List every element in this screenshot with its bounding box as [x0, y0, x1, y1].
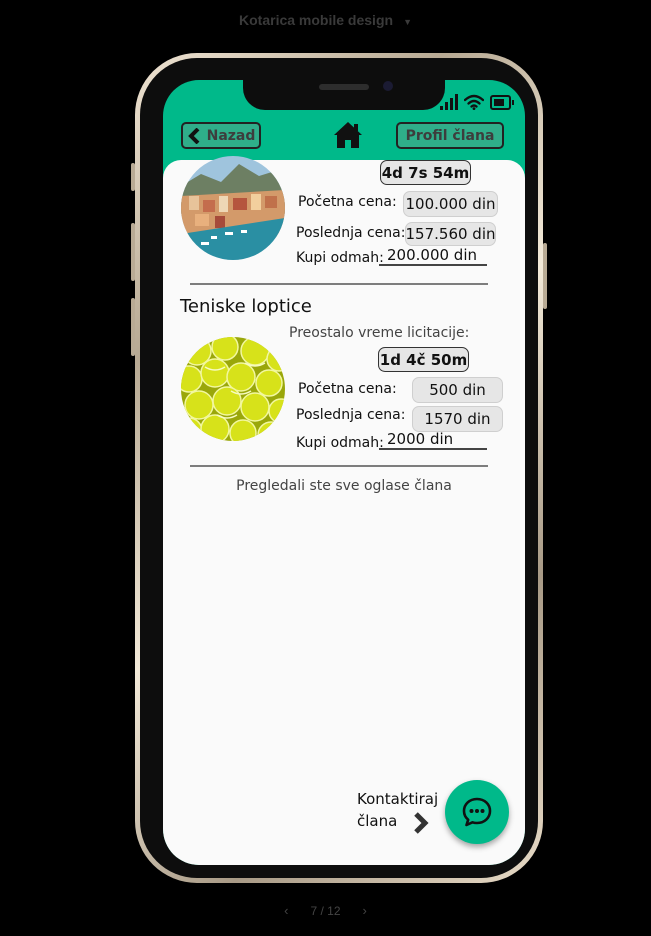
chevron-left-icon[interactable]: ‹	[284, 903, 288, 918]
chevron-right-icon[interactable]	[411, 812, 431, 834]
phone-bezel: Nazad Profil člana 4d 7s 54m Početna cen…	[140, 58, 538, 878]
last-price: 157.560 din	[405, 225, 496, 243]
pager: ‹ 7 / 12 ›	[0, 903, 651, 918]
volume-up-button	[131, 223, 135, 281]
last-price: 1570 din	[424, 410, 491, 428]
listing-divider	[190, 465, 488, 467]
auction-timer: 4d 7s 54m	[381, 163, 470, 182]
chat-bubble-icon	[462, 797, 492, 827]
camera	[383, 81, 393, 91]
member-profile-label: Profil člana	[405, 127, 495, 144]
signal-icon	[440, 94, 458, 110]
battery-icon	[490, 95, 514, 110]
listings-panel[interactable]: 4d 7s 54m Početna cena: 100.000 din Posl…	[163, 156, 525, 865]
auction-timer-badge: 4d 7s 54m	[380, 160, 471, 185]
end-of-listings-note: Pregledali ste sve oglase člana	[236, 478, 452, 494]
start-price-value: 100.000 din	[403, 191, 498, 217]
listing-image-tennis-balls[interactable]	[181, 337, 285, 441]
auction-timer: 1d 4č 50m	[379, 350, 468, 369]
listing-image-city[interactable]	[181, 156, 285, 260]
listing-title[interactable]: Teniske loptice	[180, 296, 312, 317]
last-price-value: 157.560 din	[405, 222, 496, 246]
home-icon[interactable]	[333, 120, 363, 150]
buy-now-price[interactable]: 2000 din	[379, 430, 487, 450]
page-indicator: 7 / 12	[310, 904, 341, 918]
back-button-label: Nazad	[206, 127, 256, 144]
app-title-text: Kotarica mobile design	[239, 12, 394, 28]
start-price-label: Početna cena:	[298, 194, 397, 210]
start-price-label: Početna cena:	[298, 381, 397, 397]
power-button	[543, 243, 547, 309]
wifi-icon	[464, 94, 484, 110]
buy-now-price[interactable]: 200.000 din	[379, 246, 487, 266]
start-price: 100.000 din	[405, 195, 496, 213]
chevron-down-icon[interactable]: ▼	[403, 17, 412, 27]
phone-screen: Nazad Profil člana 4d 7s 54m Početna cen…	[163, 80, 525, 865]
phone-frame: Nazad Profil člana 4d 7s 54m Početna cen…	[131, 53, 547, 883]
chat-button[interactable]	[445, 780, 509, 844]
buy-now-label: Kupi odmah:	[296, 250, 384, 266]
listing-divider	[190, 283, 488, 285]
chevron-left-icon	[187, 127, 200, 144]
last-price-label: Poslednja cena:	[296, 407, 406, 423]
status-bar	[440, 92, 514, 110]
chevron-right-icon[interactable]: ›	[363, 903, 367, 918]
auction-timer-badge: 1d 4č 50m	[378, 347, 469, 372]
mute-switch	[131, 163, 135, 191]
start-price: 500 din	[429, 381, 486, 399]
member-profile-button[interactable]: Profil člana	[396, 122, 504, 149]
app-title[interactable]: Kotarica mobile design ▼	[0, 12, 651, 28]
contact-label-line1: Kontaktiraj	[357, 790, 439, 808]
speaker	[319, 84, 369, 90]
last-price-label: Poslednja cena:	[296, 225, 406, 241]
remaining-time-label: Preostalo vreme licitacije:	[289, 325, 470, 341]
back-button[interactable]: Nazad	[181, 122, 261, 149]
start-price-value: 500 din	[412, 377, 503, 403]
last-price-value: 1570 din	[412, 406, 503, 432]
volume-down-button	[131, 298, 135, 356]
notch	[243, 80, 445, 110]
buy-now-label: Kupi odmah:	[296, 435, 384, 451]
